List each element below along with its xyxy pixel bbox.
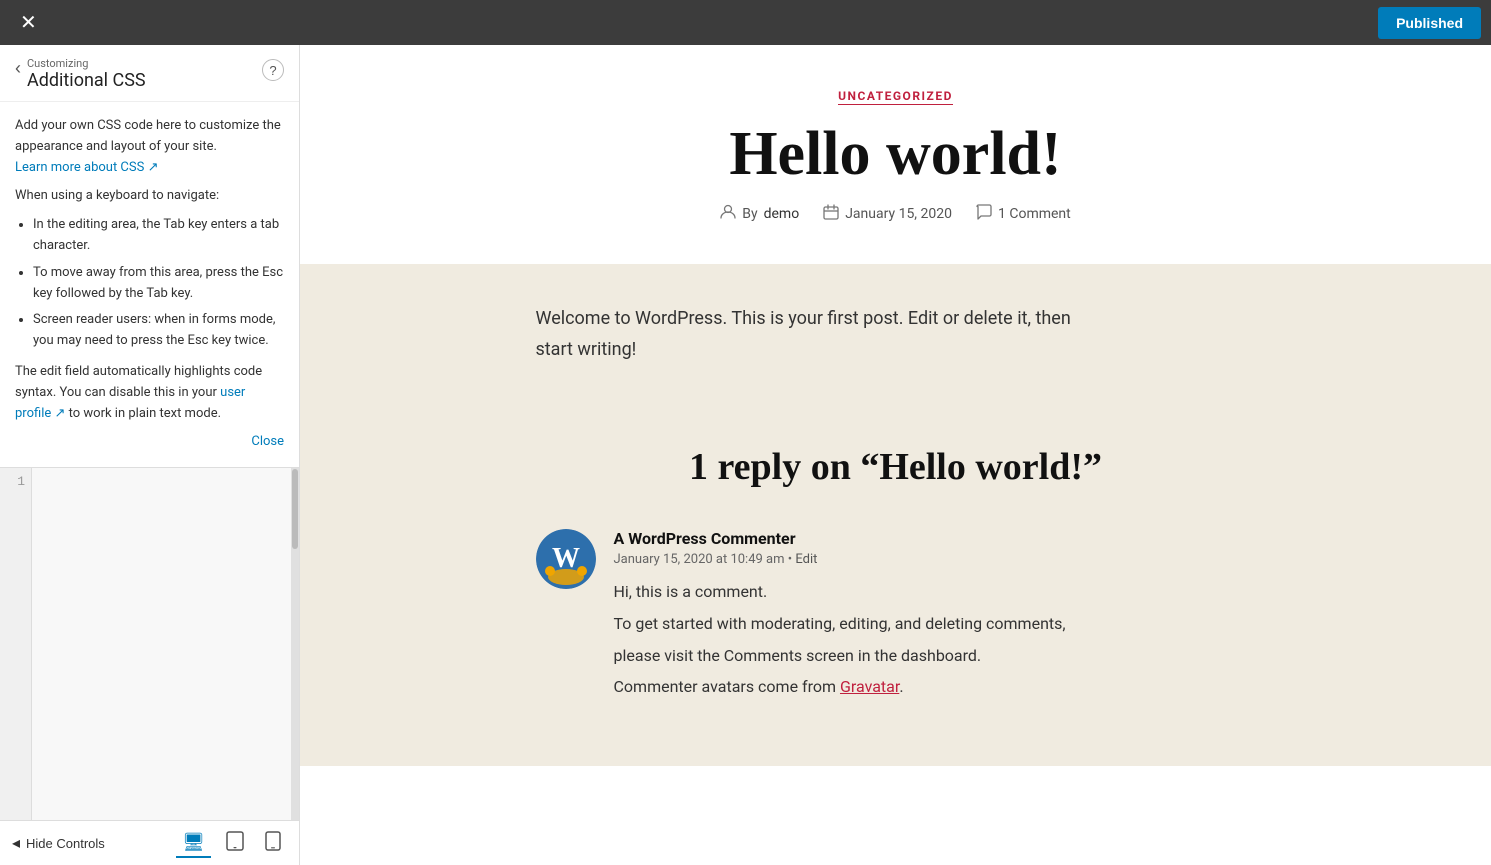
desktop-view-button[interactable]: 🖥 [176,829,211,858]
mobile-icon [265,831,281,851]
author-meta: By demo [720,204,799,224]
keyboard-nav-list: In the editing area, the Tab key enters … [15,215,284,352]
list-item: Screen reader users: when in forms mode,… [33,310,284,352]
comment-line-2: To get started with moderating, editing,… [614,611,1256,637]
hide-controls-icon: ◂ [12,833,20,853]
close-button[interactable]: ✕ [10,8,47,38]
sidebar-scrollbar [291,468,299,820]
comment-meta-line: January 15, 2020 at 10:49 am • Edit [614,552,1256,567]
line-numbers: 1 [0,468,32,820]
keyboard-nav-title: When using a keyboard to navigate: [15,186,284,207]
comment-text: Hi, this is a comment. To get started wi… [614,579,1256,699]
comment-item: W A WordPress Commenter January 15, 2020… [536,529,1256,705]
comment-count-text: 1 Comment [998,206,1071,222]
author-link[interactable]: demo [764,206,800,222]
post-title: Hello world! [320,120,1471,188]
comment-line-4: Commenter avatars come from Gravatar. [614,674,1256,700]
external-link-icon: ↗ [148,160,159,175]
back-button[interactable]: ‹ [15,57,27,79]
list-item: In the editing area, the Tab key enters … [33,215,284,257]
commenter-name-link[interactable]: A WordPress Commenter [614,529,796,548]
close-link-wrapper: Close [15,432,284,453]
list-item: To move away from this area, press the E… [33,263,284,305]
post-content: Welcome to WordPress. This is your first… [536,304,1256,365]
section-title: Additional CSS [27,70,262,91]
customizing-label: Customizing [27,57,262,70]
comments-section: 1 reply on “Hello world!” W A WordPress … [300,425,1491,765]
gravatar-link[interactable]: Gravatar [840,677,899,696]
category-link[interactable]: UNCATEGORIZED [838,89,953,105]
post-meta: By demo January 15, 2020 [320,204,1471,224]
line-number-1: 1 [0,474,25,489]
author-prefix: By [742,206,757,222]
comment-icon [976,204,992,224]
article-header: UNCATEGORIZED Hello world! By demo [300,45,1491,264]
mobile-view-button[interactable] [259,829,287,858]
commenter-avatar: W [536,529,596,589]
author-icon [720,204,736,224]
sidebar-content: Add your own CSS code here to customize … [0,102,299,467]
help-button[interactable]: ? [262,59,284,81]
comment-date: January 15, 2020 at 10:49 am [614,552,785,567]
sidebar-title-group: Customizing Additional CSS [27,57,262,91]
tablet-icon [225,831,245,851]
sidebar-scrollbar-thumb [292,469,298,549]
top-bar: ✕ Published [0,0,1491,45]
tablet-view-button[interactable] [219,829,251,858]
css-textarea[interactable] [32,468,291,820]
published-button[interactable]: Published [1378,7,1481,39]
edit-field-note: The edit field automatically highlights … [15,362,284,424]
comment-meta: 1 Comment [976,204,1071,224]
close-link[interactable]: Close [251,434,284,449]
external-link-icon-2: ↗ [55,406,66,421]
css-editor: 1 [0,467,299,820]
date-text: January 15, 2020 [845,206,952,222]
main-layout: ‹ Customizing Additional CSS ? Add your … [0,45,1491,865]
comment-edit-link[interactable]: Edit [795,552,817,567]
preview-area: UNCATEGORIZED Hello world! By demo [300,45,1491,865]
comment-line-1: Hi, this is a comment. [614,579,1256,605]
hide-controls-label: Hide Controls [26,836,105,851]
sidebar-header: ‹ Customizing Additional CSS ? [0,45,299,102]
article-body: Welcome to WordPress. This is your first… [300,264,1491,425]
date-meta: January 15, 2020 [823,204,952,224]
comment-body: A WordPress Commenter January 15, 2020 a… [614,529,1256,705]
comment-line-3: please visit the Comments screen in the … [614,643,1256,669]
calendar-icon [823,204,839,224]
device-icons: 🖥 [176,829,287,858]
comment-period: . [899,677,903,696]
description-text: Add your own CSS code here to customize … [15,116,284,178]
sidebar: ‹ Customizing Additional CSS ? Add your … [0,45,300,865]
wordpress-avatar-svg: W [536,529,596,589]
hide-controls-button[interactable]: ◂ Hide Controls [12,833,105,853]
bottom-controls: ◂ Hide Controls 🖥 [0,820,299,865]
comments-title: 1 reply on “Hello world!” [380,445,1411,489]
learn-more-link[interactable]: Learn more about CSS ↗ [15,160,158,175]
